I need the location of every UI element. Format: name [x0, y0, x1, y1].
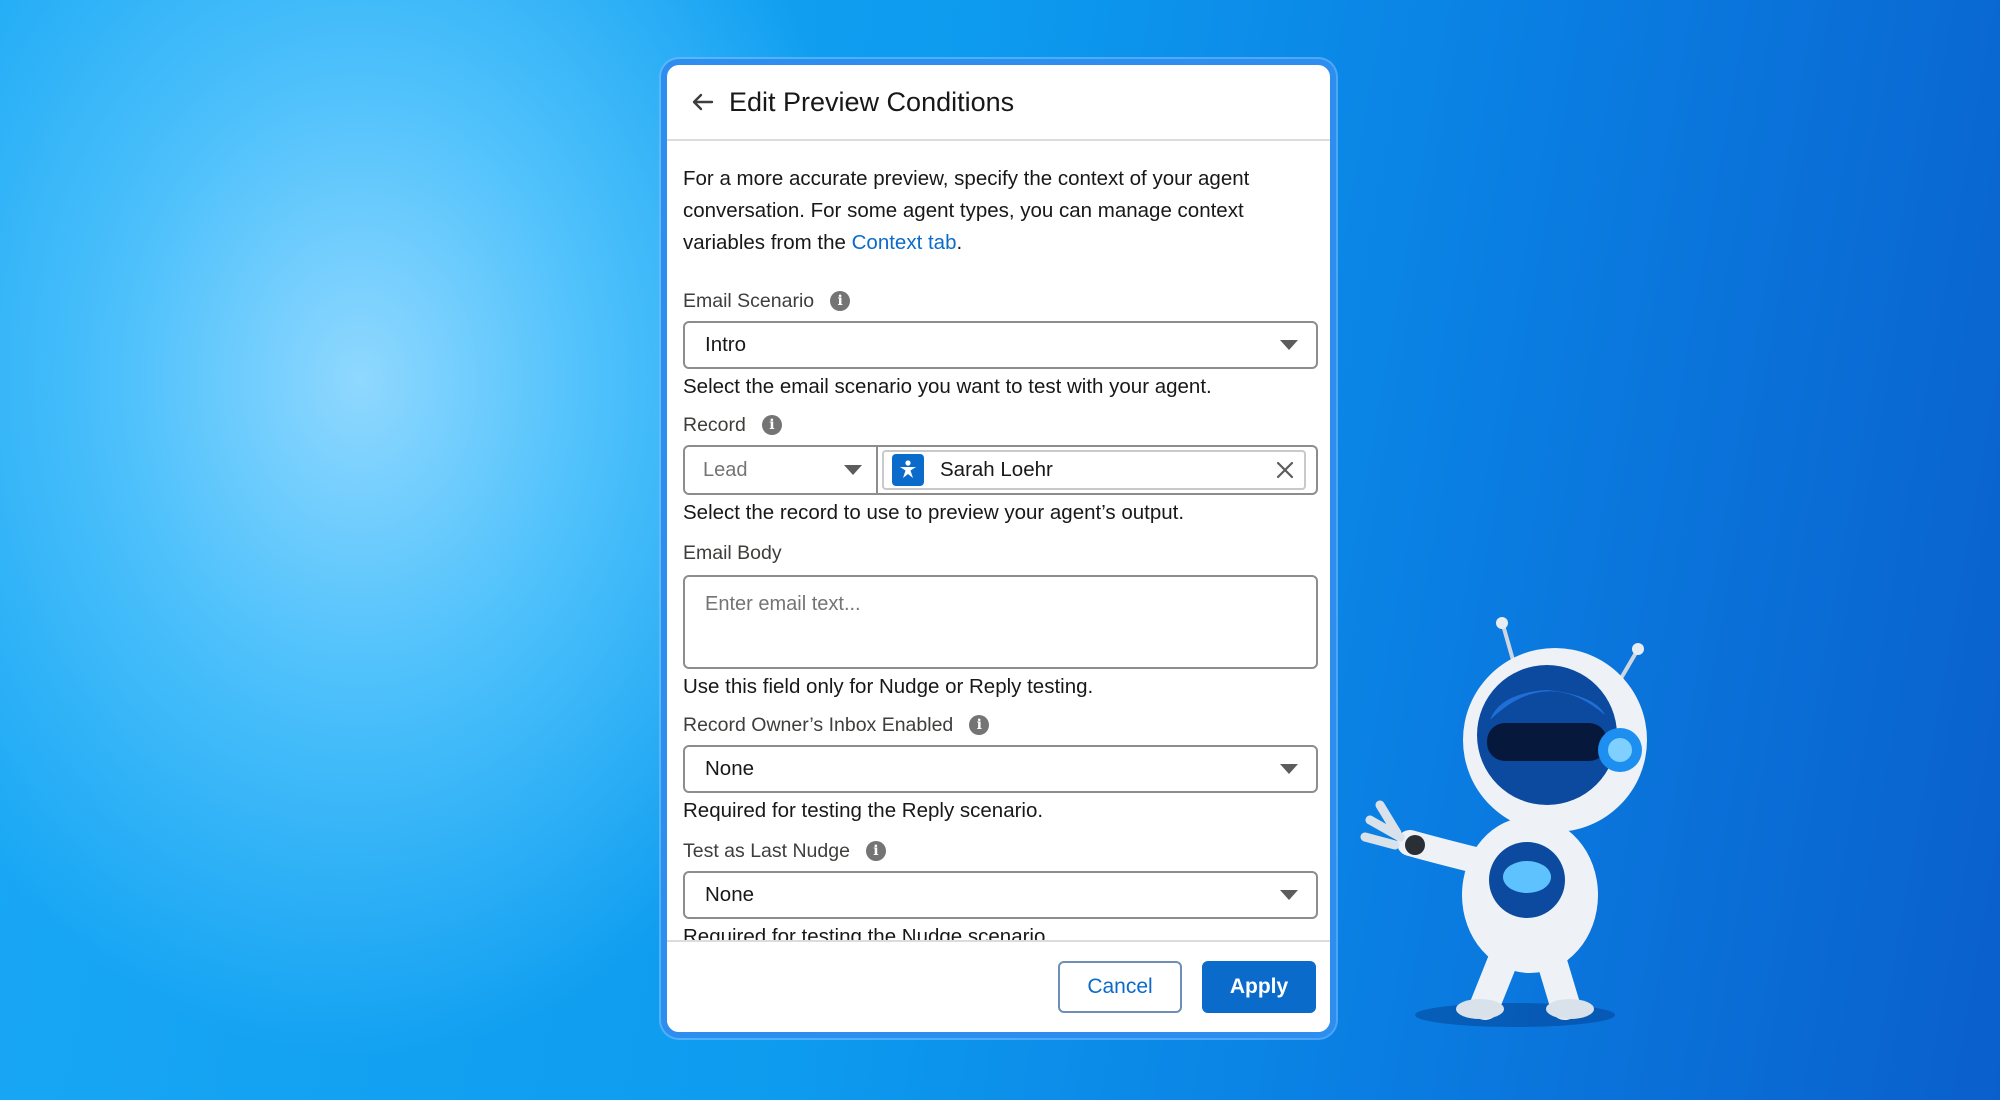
chevron-down-icon [844, 465, 862, 475]
arrow-left-icon[interactable] [687, 86, 719, 118]
record-type-select[interactable]: Lead [683, 445, 878, 495]
selected-record-pill[interactable]: Sarah Loehr [882, 450, 1306, 490]
last-nudge-label: Test as Last Nudge i [683, 837, 1318, 865]
info-icon[interactable]: i [761, 415, 782, 435]
lead-icon [892, 454, 924, 486]
chevron-down-icon [1280, 890, 1298, 900]
inbox-enabled-select[interactable]: None [683, 745, 1318, 793]
chevron-down-icon [1280, 340, 1298, 350]
info-icon[interactable]: i [865, 841, 886, 861]
info-icon[interactable]: i [969, 715, 990, 735]
context-tab-link[interactable]: Context tab [852, 231, 957, 254]
robot-mascot-illustration [1360, 617, 1647, 1027]
panel-header: Edit Preview Conditions [667, 65, 1330, 141]
email-body-textarea[interactable]: Enter email text... [683, 575, 1318, 669]
email-scenario-select[interactable]: Intro [683, 321, 1318, 369]
page-title: Edit Preview Conditions [729, 86, 1015, 117]
record-value-field[interactable]: Sarah Loehr [876, 445, 1318, 495]
record-help: Select the record to use to preview your… [683, 501, 1185, 524]
cancel-button[interactable]: Cancel [1058, 961, 1182, 1013]
inbox-enabled-help: Required for testing the Reply scenario. [683, 799, 1044, 822]
panel-footer: Cancel Apply [667, 940, 1330, 1032]
chevron-down-icon [1280, 764, 1298, 774]
email-scenario-label: Email Scenario i [683, 287, 1318, 315]
apply-button[interactable]: Apply [1202, 961, 1316, 1013]
email-body-help: Use this field only for Nudge or Reply t… [683, 675, 1094, 698]
record-name: Sarah Loehr [940, 458, 1053, 481]
intro-text: For a more accurate preview, specify the… [683, 167, 1250, 254]
email-body-placeholder: Enter email text... [705, 593, 861, 615]
inbox-enabled-label: Record Owner’s Inbox Enabled i [683, 711, 1318, 739]
email-body-label: Email Body [683, 541, 782, 564]
edit-preview-conditions-panel: Edit Preview Conditions For a more accur… [661, 59, 1336, 1038]
last-nudge-select[interactable]: None [683, 871, 1318, 919]
info-icon[interactable]: i [830, 291, 851, 311]
record-lookup: Lead Sarah Loehr [683, 445, 1318, 495]
close-icon[interactable] [1274, 459, 1296, 481]
email-scenario-help: Select the email scenario you want to te… [683, 375, 1212, 398]
panel-body: For a more accurate preview, specify the… [667, 141, 1330, 953]
record-label: Record i [683, 411, 1318, 439]
